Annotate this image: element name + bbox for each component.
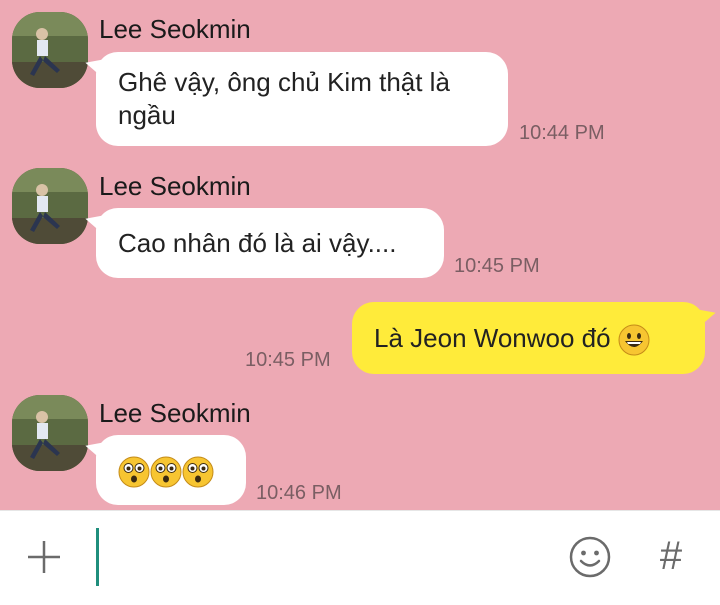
message-bubble[interactable]: Là Jeon Wonwoo đó	[352, 302, 705, 374]
sender-name: Lee Seokmin	[99, 171, 251, 201]
message-input[interactable]	[108, 529, 542, 587]
smiley-icon[interactable]	[569, 536, 611, 578]
message-text: Ghê vậy, ông chủ Kim thật là ngầu	[118, 67, 450, 130]
avatar[interactable]	[12, 12, 88, 88]
message-text: Là Jeon Wonwoo đó	[374, 323, 611, 353]
message-time: 10:46 PM	[256, 482, 342, 504]
avatar[interactable]	[12, 168, 88, 244]
message-time: 10:45 PM	[245, 349, 331, 371]
message-time: 10:44 PM	[519, 122, 605, 144]
sender-name: Lee Seokmin	[99, 14, 251, 44]
plus-icon[interactable]	[26, 539, 62, 575]
avatar[interactable]	[12, 395, 88, 471]
message-bubble[interactable]	[96, 435, 246, 505]
message-bubble[interactable]: Cao nhân đó là ai vậy....	[96, 208, 444, 278]
astonished-face-icon	[182, 456, 214, 488]
text-cursor	[96, 528, 99, 586]
grinning-face-icon	[618, 324, 650, 356]
hash-icon[interactable]: #	[654, 534, 688, 578]
message-text: Cao nhân đó là ai vậy....	[118, 228, 397, 258]
chat-area[interactable]: Lee Seokmin Ghê vậy, ông chủ Kim thật là…	[0, 0, 720, 510]
sender-name: Lee Seokmin	[99, 398, 251, 428]
astonished-face-icon	[150, 456, 182, 488]
astonished-face-icon	[118, 456, 150, 488]
message-bubble[interactable]: Ghê vậy, ông chủ Kim thật là ngầu	[96, 52, 508, 146]
message-input-bar	[0, 510, 720, 605]
message-time: 10:45 PM	[454, 255, 540, 277]
